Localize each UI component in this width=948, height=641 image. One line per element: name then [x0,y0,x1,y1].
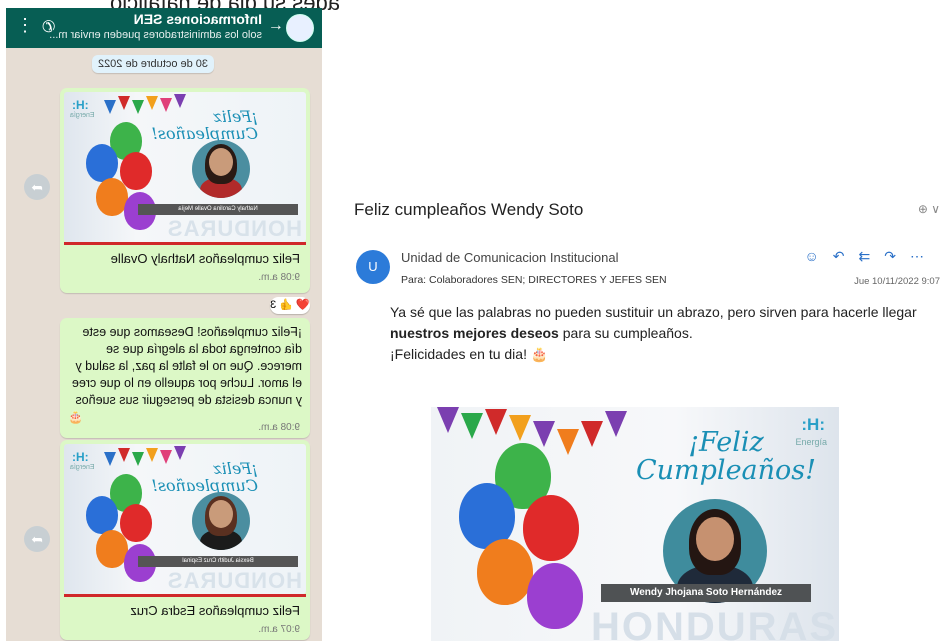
forward-icon[interactable]: ↷ [884,248,910,264]
screenshot-root: ades su dia de natalicio ← Informaciones… [0,0,948,641]
banner-flag [174,446,186,460]
menu-icon[interactable]: ⋮ [16,15,34,36]
group-avatar[interactable] [286,14,314,42]
portrait-photo [192,140,250,198]
to-label: Para: [401,274,427,286]
birthday-card-image[interactable]: :H: Energía ¡Feliz Cumpleaños! Bexsia Jud… [64,444,306,594]
balloon [120,152,152,190]
card-greeting: ¡Feliz Cumpleaños! [151,459,258,495]
back-arrow-icon[interactable]: ← [268,17,284,35]
energia-logo: :H: [72,98,89,112]
banner-flag [104,452,116,466]
card-honduras-text: HONDURAS [591,605,839,641]
banner-flag [437,407,459,433]
reply-all-icon[interactable]: ⇇ [859,248,885,264]
chat-title[interactable]: Informaciones SEN [134,11,262,27]
banner-flag [118,448,130,462]
forward-icon[interactable]: ➦ [24,526,50,552]
card-greeting-line2: Cumpleaños! [151,476,258,495]
email-body: Ya sé que las palabras no pueden sustitu… [390,302,935,365]
body-text-3: ¡Felicidades en tu dia! 🎂 [390,346,549,362]
message-caption: Feliz cumpleaños Nathaly Ovalle [110,251,300,266]
balloon [120,504,152,542]
balloon [86,144,118,182]
chat-subtitle: solo los administradores pueden enviar m… [49,29,262,41]
image-message-bubble[interactable]: :H: Energía ¡Feliz Cumpleaños! Bexsia Jud… [60,440,310,640]
whatsapp-chat-panel: ← Informaciones SEN solo los administrad… [6,8,322,641]
banner-flag [132,100,144,114]
chat-header: ← Informaciones SEN solo los administrad… [6,8,322,48]
card-greeting: ¡Feliz Cumpleaños! [151,107,258,143]
zoom-icon[interactable]: ⊕ ∨ [918,202,940,216]
balloon [523,495,579,561]
sender-name[interactable]: Unidad de Comunicacion Institucional [401,250,619,265]
email-date: Jue 10/11/2022 9:07 [854,276,940,287]
balloon [527,563,583,629]
more-icon[interactable]: ⋯ [910,248,938,264]
energia-logo-subtitle: Energía [70,112,95,119]
email-subject: Feliz cumpleaños Wendy Soto [354,200,584,219]
banner-flag [104,100,116,114]
message-text: ¡Feliz cumpleaños! Deseamos que este día… [71,325,302,407]
message-time: 9:07 a.m. [258,624,300,635]
energia-logo: :H: [72,450,89,464]
text-message-bubble[interactable]: ¡Feliz cumpleaños! Deseamos que este día… [60,318,310,438]
card-divider [64,242,306,245]
card-honduras-text: HONDURAS [166,568,302,593]
portrait-photo [192,492,250,550]
card-divider [64,594,306,597]
banner-flag [174,94,186,108]
banner-flag [557,429,579,455]
cake-emoji: 🎂 [68,410,83,424]
email-reading-pane: Feliz cumpleaños Wendy Soto ⊕ ∨ U Unidad… [340,190,948,641]
body-text-1: Ya sé que las palabras no pueden sustitu… [390,304,917,320]
message-caption: Feliz cumpleaños Esdra Cruz [130,603,300,618]
message-time: 9:08 a.m. [258,422,300,433]
birthday-card-image[interactable]: :H: Energía ¡Feliz Cumpleaños! Wendy Jhoj… [431,407,839,641]
balloon [477,539,533,605]
card-greeting-line2: Cumpleaños! [636,455,816,486]
birthday-card-image[interactable]: :H: Energía ¡Feliz Cumpleaños! Nathaly Ca… [64,92,306,242]
image-message-bubble[interactable]: :H: Energía ¡Feliz Cumpleaños! Nathaly Ca… [60,88,310,293]
banner-flag [132,452,144,466]
message-time: 9:08 a.m. [258,272,300,283]
emoji-react-icon[interactable]: ☺ [805,248,833,264]
reply-icon[interactable]: ↶ [833,248,859,264]
date-chip: 30 de octubre de 2022 [92,55,214,73]
banner-flag [118,96,130,110]
recipients[interactable]: Colaboradores SEN; DIRECTORES Y JEFES SE… [429,274,667,286]
card-honduras-text: HONDURAS [166,216,302,241]
card-greeting-line2: Cumpleaños! [151,124,258,143]
card-greeting: ¡Feliz Cumpleaños! [636,429,816,485]
reactions-badge[interactable]: ❤️ 👍 3 [270,297,310,314]
card-person-name: Bexsia Judith Cruz Espinal [138,556,298,567]
body-text-2: para su cumpleaños. [558,325,693,341]
card-person-name: Wendy Jhojana Soto Hernández [601,584,811,602]
call-icon[interactable]: ✆ [42,17,55,37]
banner-flag [461,413,483,439]
energia-logo-subtitle: Energía [70,464,95,471]
card-greeting-line1: ¡Feliz [688,427,764,458]
forward-icon[interactable]: ➦ [24,174,50,200]
email-actions: ☺↶⇇↷⋯ [805,248,939,265]
sender-avatar[interactable]: U [356,250,390,284]
body-bold-text: nuestros mejores deseos [390,325,559,341]
banner-flag [533,421,555,447]
banner-flag [605,411,627,437]
whatsapp-mirrored-content: ← Informaciones SEN solo los administrad… [6,8,322,641]
balloon [86,496,118,534]
banner-flag [509,415,531,441]
banner-flag [581,421,603,447]
recipients-line: Para: Colaboradores SEN; DIRECTORES Y JE… [401,274,667,286]
banner-flag [485,409,507,435]
card-person-name: Nathaly Carolina Ovalle Mejía [138,204,298,215]
